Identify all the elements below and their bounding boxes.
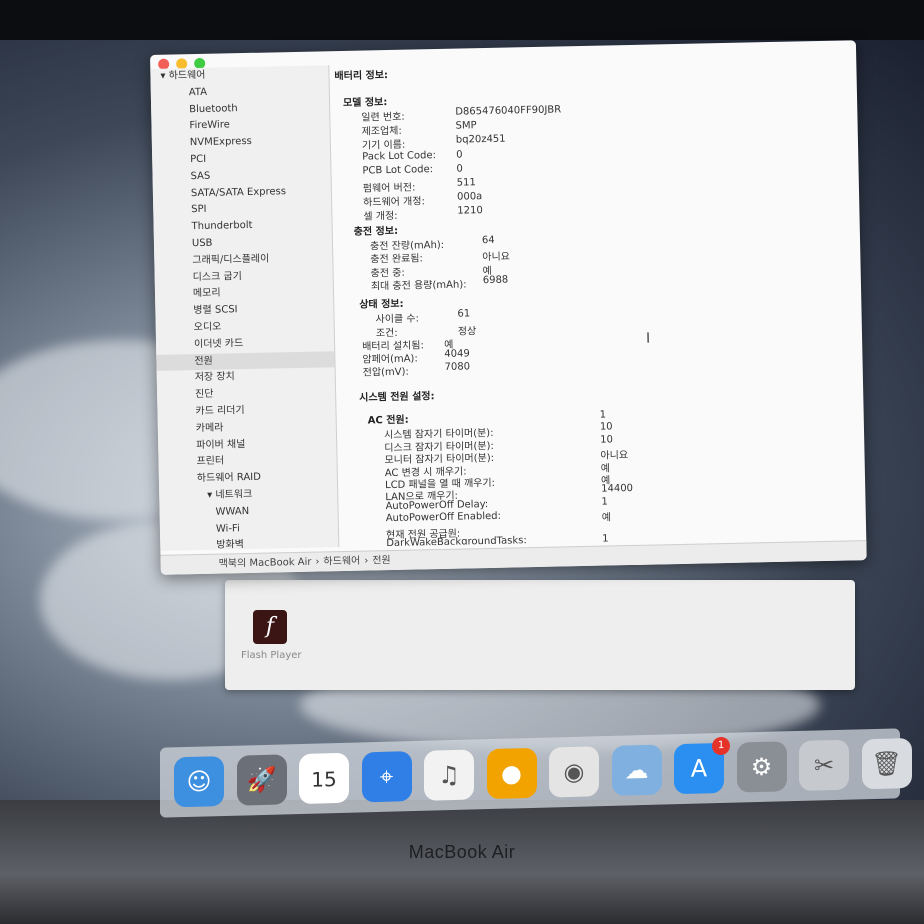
section-title: 충전 정보: <box>353 225 399 238</box>
info-value: 1 <box>599 409 607 421</box>
info-row: AutoPowerOff Delay: 1 <box>385 496 608 512</box>
text-cursor-icon: I <box>645 330 651 347</box>
info-value: D865476040FF90JBR <box>455 104 562 118</box>
info-row: AutoPowerOff Enabled: 예 <box>385 510 611 525</box>
info-value: 예 <box>601 512 612 524</box>
path-segment[interactable]: 하드웨어 <box>323 556 360 568</box>
icon-glyph: ⌖ <box>379 762 394 791</box>
chevron-right-icon: › <box>364 555 369 567</box>
icon-glyph: ⚙ <box>750 752 773 782</box>
info-key: PCB Lot Code: <box>362 163 434 177</box>
trash-icon[interactable]: 🗑 <box>861 738 912 790</box>
info-value: 10 <box>600 434 614 446</box>
icon-glyph: ● <box>501 759 522 788</box>
icon-glyph: ◉ <box>563 757 585 787</box>
icon-glyph: ✂ <box>813 751 835 780</box>
itunes-icon[interactable]: ♫ <box>424 749 474 801</box>
icon-glyph: ♫ <box>438 760 460 790</box>
info-key: Pack Lot Code: <box>362 149 437 163</box>
chrome-icon[interactable]: ◉ <box>549 746 599 798</box>
info-value: 10 <box>599 421 613 434</box>
info-value: 7080 <box>444 361 471 373</box>
section-title: 시스템 전원 설정: <box>359 391 435 404</box>
sidebar: ▾ 하드웨어 ATA Bluetooth FireWire NVMExpress PCI… <box>150 65 340 551</box>
info-row: 전압(mV): 7080 <box>362 361 471 379</box>
info-value: 0 <box>456 149 463 161</box>
launchpad-icon[interactable]: 🚀 <box>236 754 287 806</box>
system-information-window[interactable]: ▾ 하드웨어 ATA Bluetooth FireWire NVMExpress PCI… <box>150 40 867 575</box>
info-row: PCB Lot Code: 0 <box>362 163 463 177</box>
info-value: 511 <box>456 177 476 189</box>
brand-label: MacBook Air <box>408 842 516 862</box>
flash-player-label: Flash Player <box>241 650 302 661</box>
utility-icon[interactable]: ✂ <box>799 739 849 791</box>
background-window[interactable]: f Flash Player <box>225 580 855 690</box>
info-value: 61 <box>457 308 471 320</box>
info-value: 1 <box>601 496 608 508</box>
safari-icon[interactable]: ⌖ <box>361 751 412 803</box>
section-title: 배터리 정보: <box>334 70 389 83</box>
info-key: DarkWakeBackgroundTasks: <box>386 535 527 548</box>
flash-player-icon[interactable]: f <box>253 610 287 644</box>
info-value: 64 <box>481 234 495 246</box>
section-title: 상태 정보: <box>359 298 404 311</box>
finder-icon[interactable]: ☺ <box>174 756 224 808</box>
info-value: 정상 <box>457 325 477 338</box>
icon-glyph: 🚀 <box>246 765 277 795</box>
info-key: AutoPowerOff Enabled: <box>385 510 502 525</box>
section-title: AC 전원: <box>367 414 409 427</box>
detail-pane: 배터리 정보: 모델 정보: 일련 번호: D865476040FF90JBR 제조업체… <box>330 54 866 547</box>
app-icon[interactable]: ● <box>486 747 537 800</box>
weather-icon[interactable]: ☁ <box>611 744 662 796</box>
info-row: DarkWakeBackgroundTasks: 1 <box>386 534 609 548</box>
icon-glyph: ☺ <box>186 767 212 796</box>
info-value: 1210 <box>457 205 483 217</box>
info-key: AutoPowerOff Delay: <box>385 498 489 512</box>
info-value: 0 <box>456 163 463 175</box>
section-title: 모델 정보: <box>342 97 388 109</box>
info-value: 14400 <box>601 483 634 496</box>
info-value: bq20z451 <box>455 133 506 147</box>
app-store-icon[interactable]: A1 <box>674 736 730 795</box>
notification-badge: 1 <box>712 736 730 756</box>
info-value: 1 <box>602 533 609 545</box>
sidebar-item[interactable]: 방화벽 <box>160 535 338 550</box>
info-value: 000a <box>456 191 483 203</box>
path-segment[interactable]: 맥북의 MacBook Air <box>219 557 312 570</box>
path-segment[interactable]: 전원 <box>372 555 391 566</box>
system-preferences-icon[interactable]: ⚙ <box>736 741 787 793</box>
icon-glyph: A <box>690 754 708 783</box>
icon-glyph: ☁ <box>624 755 649 785</box>
info-value: SMP <box>455 120 477 132</box>
info-value: 4049 <box>444 348 470 360</box>
info-row: Pack Lot Code: 0 <box>362 149 463 163</box>
info-value: 6988 <box>482 274 509 287</box>
info-key: 최대 충전 용량(mAh): <box>370 279 467 293</box>
icon-glyph: 15 <box>311 767 337 792</box>
info-key: 전압(mV): <box>362 366 409 379</box>
chevron-right-icon: › <box>315 556 320 568</box>
calendar-icon[interactable]: 15 <box>299 752 349 805</box>
icon-glyph: 🗑 <box>871 749 902 779</box>
info-row: 최대 충전 용량(mAh): 6988 <box>370 275 509 293</box>
